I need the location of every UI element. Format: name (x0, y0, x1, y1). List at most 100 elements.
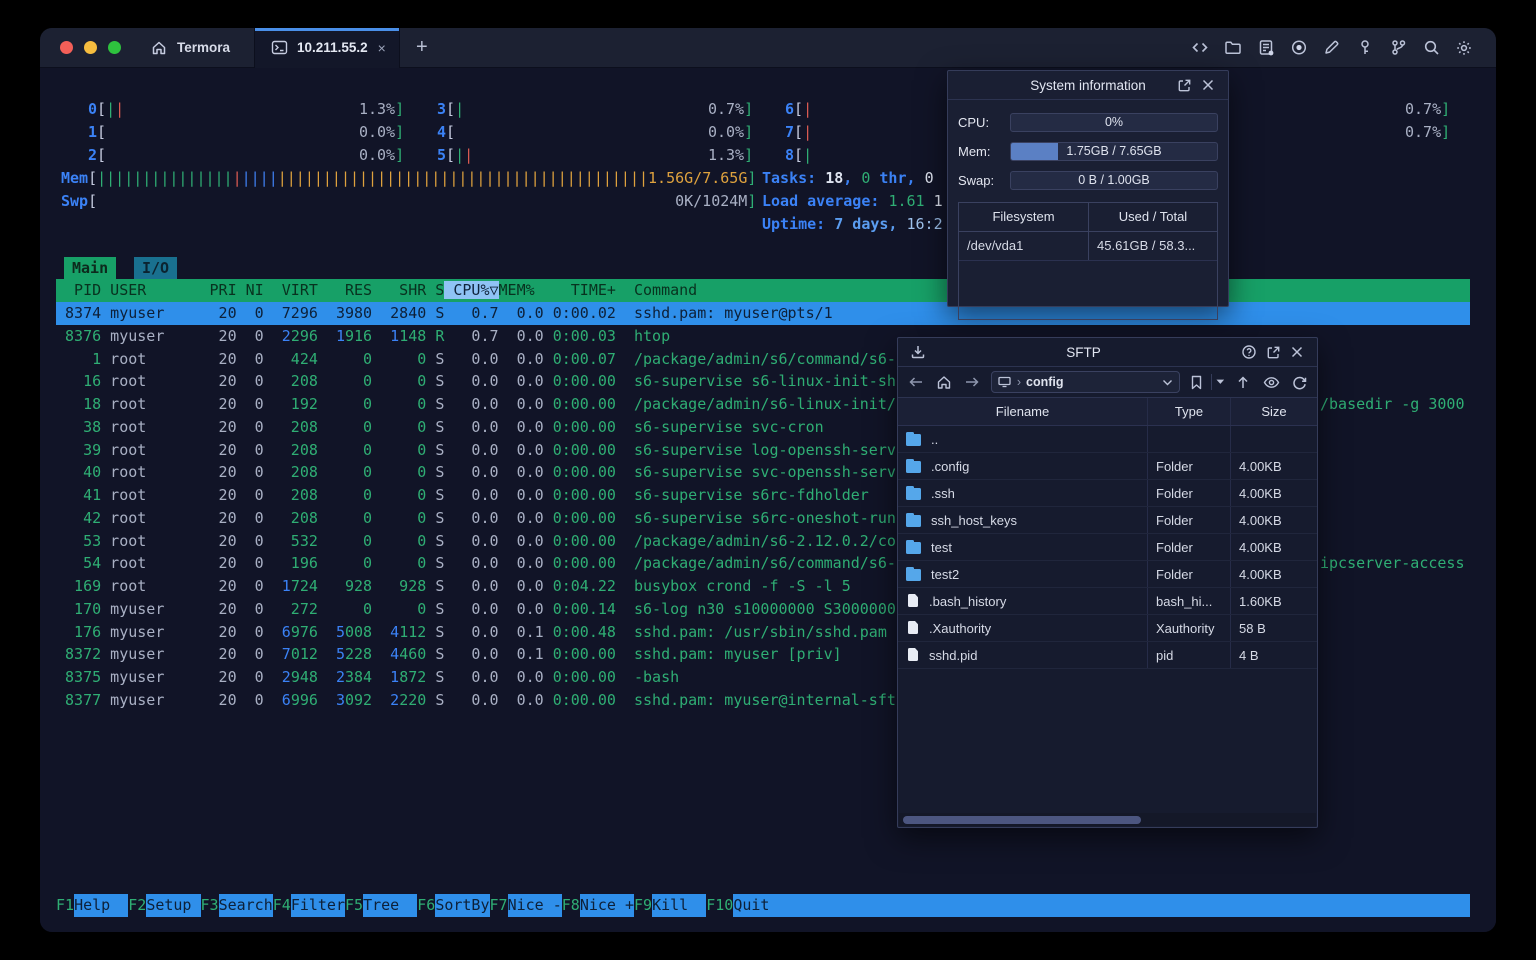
file-size: 4.00KB (1239, 513, 1282, 528)
fkey-label-F10[interactable]: Quit (733, 894, 788, 917)
bookmark-caret-icon[interactable] (1215, 379, 1225, 385)
sftp-title-bar: SFTP (898, 338, 1317, 367)
sftp-file-row[interactable]: .config Folder 4.00KB (898, 453, 1317, 480)
filename-column-header[interactable]: Filename (898, 398, 1148, 425)
fkey-F9[interactable]: F9 (634, 894, 652, 917)
htop-tab-io[interactable]: I/O (134, 257, 178, 279)
process-row[interactable]: 8374 myuser 20 0 7296 3980 2840 S 0.7 0.… (56, 302, 1470, 325)
sftp-file-row[interactable]: .Xauthority Xauthority 58 B (898, 615, 1317, 642)
fkey-label-F1[interactable]: Help (74, 894, 129, 917)
close-tab-icon[interactable]: × (378, 40, 386, 56)
file-name: .ssh (931, 485, 955, 501)
log-document-icon[interactable] (1256, 38, 1276, 58)
folder-icon (906, 567, 923, 581)
close-panel-icon[interactable] (1287, 342, 1307, 362)
back-icon[interactable] (906, 372, 925, 392)
key-icon[interactable] (1355, 38, 1375, 58)
process-table-header[interactable]: PID USER PRI NI VIRT RES SHR S CPU%▽MEM%… (56, 279, 1470, 302)
file-type: bash_hi... (1148, 588, 1231, 614)
cpu-meter-2: 2[ 0.0%] (88, 146, 405, 164)
record-icon[interactable] (1289, 38, 1309, 58)
sftp-table-header[interactable]: Filename Type Size (898, 398, 1317, 426)
sftp-file-row[interactable]: .bash_history bash_hi... 1.60KB (898, 588, 1317, 615)
open-in-window-icon[interactable] (1174, 75, 1194, 95)
fkey-label-F2[interactable]: Setup (146, 894, 201, 917)
fkey-label-F6[interactable]: SortBy (435, 894, 490, 917)
sysinfo-cpu-row: CPU: 0% (958, 108, 1218, 137)
show-hidden-eye-icon[interactable] (1261, 372, 1280, 392)
file-icon (906, 621, 921, 635)
file-size: 4.00KB (1239, 486, 1282, 501)
close-panel-icon[interactable] (1198, 75, 1218, 95)
swap-progress-bar: 0 B / 1.00GB (1010, 171, 1218, 190)
sftp-empty-area (898, 669, 1317, 813)
traffic-lights (40, 41, 121, 54)
horizontal-scrollbar[interactable] (899, 813, 1316, 826)
type-column-header[interactable]: Type (1148, 398, 1231, 425)
sftp-file-row[interactable]: ssh_host_keys Folder 4.00KB (898, 507, 1317, 534)
minimize-window-button[interactable] (84, 41, 97, 54)
app-home-tab[interactable]: Termora (149, 38, 230, 58)
path-breadcrumb[interactable]: › config (990, 371, 1181, 393)
fkey-label-F3[interactable]: Search (218, 894, 273, 917)
fkey-label-F5[interactable]: Tree (363, 894, 418, 917)
folder-icon[interactable] (1223, 38, 1243, 58)
htop-tab-main[interactable]: Main (64, 257, 117, 279)
cpu-meter-right-fragment: 0.7%] (1405, 123, 1451, 141)
new-tab-button[interactable]: + (416, 36, 428, 59)
download-icon[interactable] (908, 342, 928, 362)
fkey-label-F7[interactable]: Nice - (507, 894, 562, 917)
file-icon (906, 648, 921, 662)
fkey-F1[interactable]: F1 (56, 894, 74, 917)
file-name: .config (931, 458, 970, 474)
code-icon[interactable] (1190, 38, 1210, 58)
sftp-file-row[interactable]: test2 Folder 4.00KB (898, 561, 1317, 588)
bookmark-icon[interactable] (1187, 372, 1206, 392)
session-tab[interactable]: 10.211.55.2 × (254, 28, 401, 68)
open-in-window-icon[interactable] (1263, 342, 1283, 362)
pencil-icon[interactable] (1322, 38, 1342, 58)
fkey-label-F8[interactable]: Nice + (579, 894, 634, 917)
settings-icon[interactable] (1454, 38, 1474, 58)
fkey-F6[interactable]: F6 (417, 894, 435, 917)
sftp-file-row[interactable]: .ssh Folder 4.00KB (898, 480, 1317, 507)
session-tab-label: 10.211.55.2 (297, 40, 368, 55)
fkey-label-F4[interactable]: Filter (290, 894, 345, 917)
title-bar: Termora 10.211.55.2 × + (40, 28, 1496, 68)
fkey-F5[interactable]: F5 (345, 894, 363, 917)
sftp-file-row[interactable]: sshd.pid pid 4 B (898, 642, 1317, 669)
file-size: 1.60KB (1239, 594, 1282, 609)
fkey-F4[interactable]: F4 (273, 894, 291, 917)
close-window-button[interactable] (60, 41, 73, 54)
command-right-fragment: ipcserver-access (1320, 554, 1465, 573)
search-icon[interactable] (1421, 38, 1441, 58)
refresh-icon[interactable] (1290, 372, 1309, 392)
up-directory-icon[interactable] (1233, 372, 1252, 392)
fkey-label-F9[interactable]: Kill (652, 894, 707, 917)
help-icon[interactable] (1239, 342, 1259, 362)
filesystem-row[interactable]: /dev/vda1 45.61GB / 58.3... (959, 232, 1217, 261)
sftp-file-row[interactable]: .. (898, 426, 1317, 453)
file-size (1231, 426, 1317, 452)
sftp-file-row[interactable]: test Folder 4.00KB (898, 534, 1317, 561)
sftp-file-table: Filename Type Size .. .config Folder 4.00KB… (898, 398, 1317, 827)
fkey-F3[interactable]: F3 (201, 894, 219, 917)
chevron-down-icon[interactable] (1162, 379, 1173, 386)
zoom-window-button[interactable] (108, 41, 121, 54)
swap-value: 0 B / 1.00GB (1078, 173, 1150, 187)
mem-label: Mem: (958, 144, 991, 159)
git-branch-icon[interactable] (1388, 38, 1408, 58)
scrollbar-thumb[interactable] (903, 815, 1141, 824)
command-right-fragment: /basedir -g 3000 (1320, 395, 1465, 413)
fkey-F8[interactable]: F8 (562, 894, 580, 917)
home-icon[interactable] (934, 372, 953, 392)
mem-value: 1.75GB / 7.65GB (1066, 144, 1162, 158)
fkey-F2[interactable]: F2 (128, 894, 146, 917)
size-column-header[interactable]: Size (1231, 398, 1317, 425)
fkey-F7[interactable]: F7 (490, 894, 508, 917)
forward-icon[interactable] (963, 372, 982, 392)
fkey-F10[interactable]: F10 (706, 894, 733, 917)
cpu-label: CPU: (958, 115, 990, 130)
folder-icon (906, 459, 923, 473)
file-size: 4.00KB (1239, 567, 1282, 582)
